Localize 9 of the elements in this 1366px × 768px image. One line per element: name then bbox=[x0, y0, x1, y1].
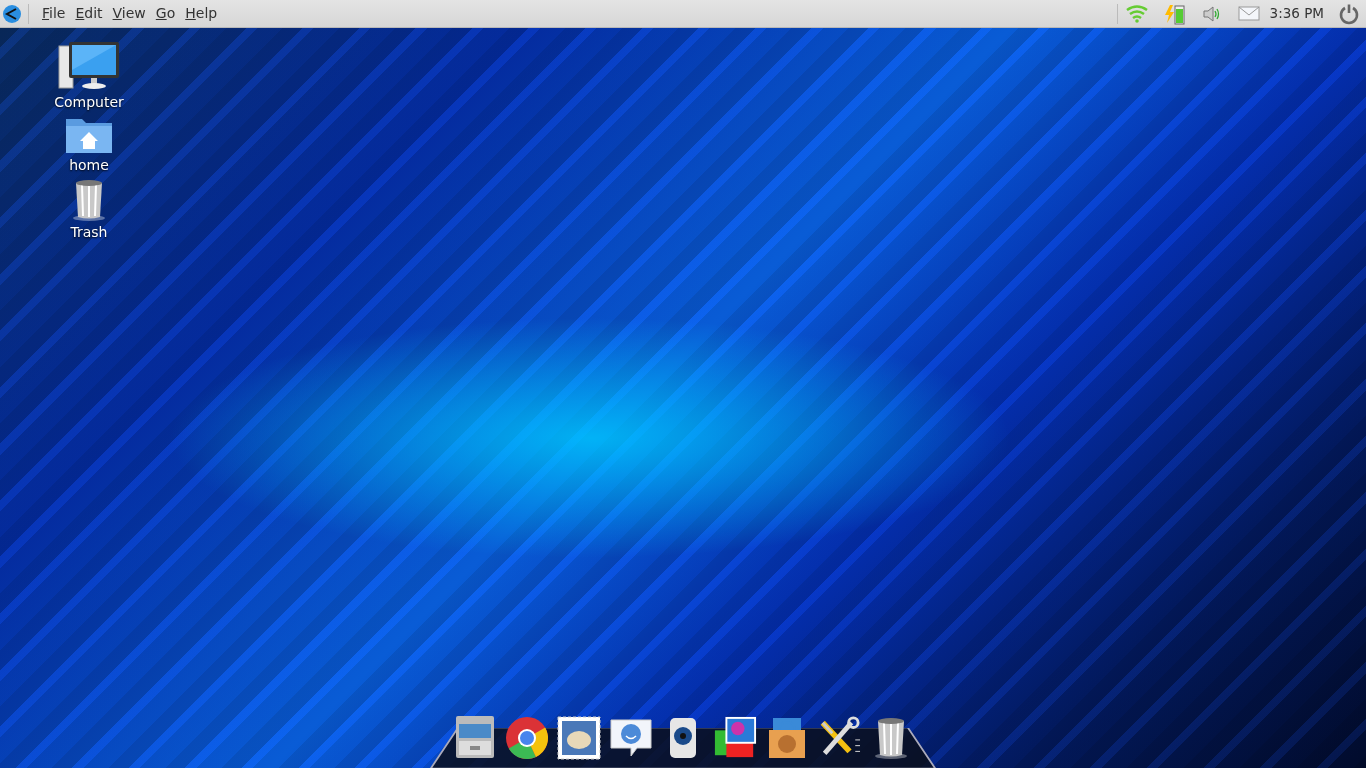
menu-item[interactable]: Help bbox=[180, 3, 223, 24]
menu-item[interactable]: View bbox=[107, 3, 151, 24]
desktop-icon-label[interactable]: home bbox=[69, 155, 109, 176]
clock[interactable]: 3:36 PM bbox=[1269, 3, 1324, 24]
desktop-icon-label[interactable]: Computer bbox=[54, 92, 124, 113]
menu-item[interactable]: File bbox=[37, 3, 71, 24]
desktop-icon-label[interactable]: Trash bbox=[70, 222, 108, 243]
menu-item[interactable]: Edit bbox=[70, 3, 108, 24]
menu-item[interactable]: Go bbox=[150, 3, 181, 24]
